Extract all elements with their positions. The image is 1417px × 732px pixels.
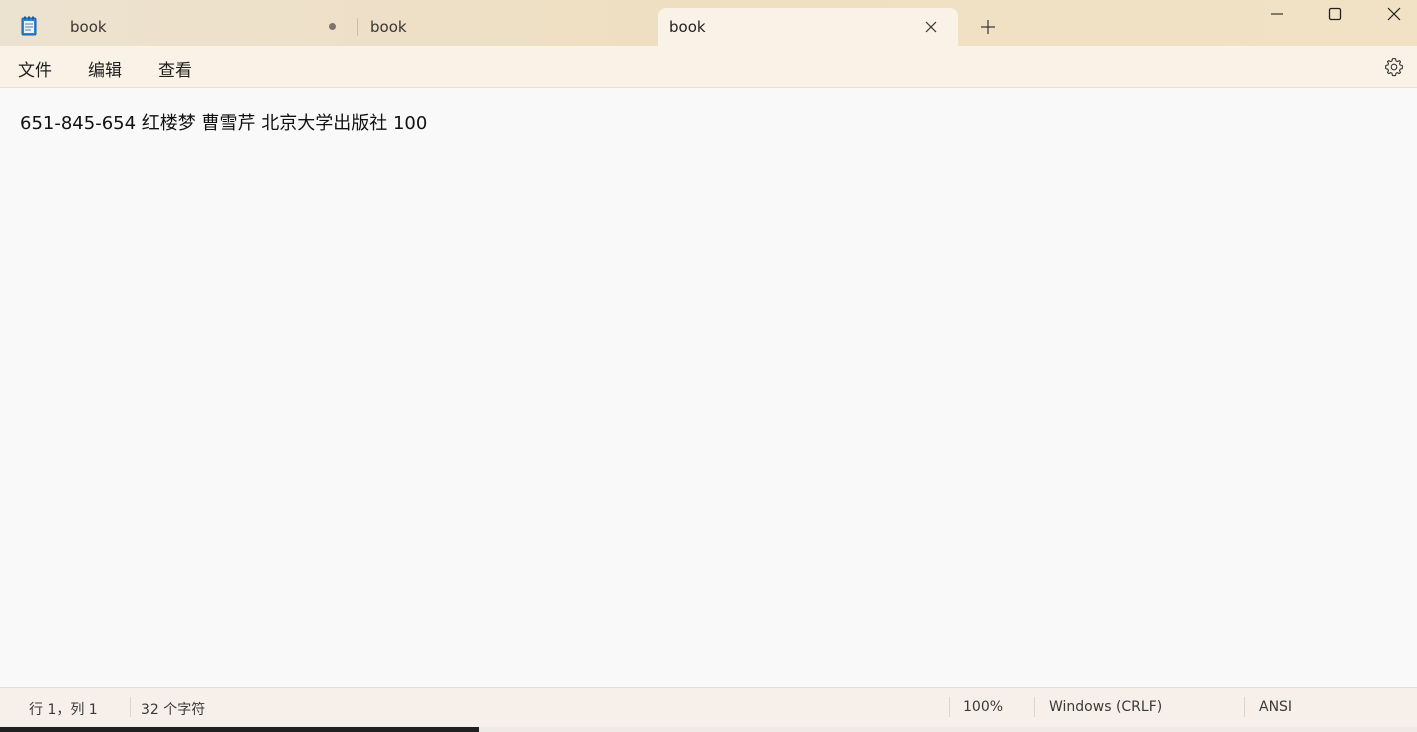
title-bar: book book book [0, 0, 1417, 46]
background-strip [0, 727, 1417, 732]
editor-content[interactable]: 651-845-654 红楼梦 曹雪芹 北京大学出版社 100 [20, 109, 427, 135]
unsaved-dot-icon [329, 23, 336, 30]
tab-label: book [669, 18, 706, 36]
menu-edit[interactable]: 编辑 [88, 56, 122, 81]
close-icon[interactable] [924, 20, 938, 34]
zoom-level[interactable]: 100% [963, 699, 1003, 715]
plus-icon[interactable] [980, 19, 996, 35]
line-ending[interactable]: Windows (CRLF) [1049, 699, 1162, 715]
status-separator [1244, 697, 1245, 717]
menu-bar: 文件 编辑 查看 [0, 46, 1417, 88]
status-separator [949, 697, 950, 717]
status-bar: 行 1，列 1 32 个字符 100% Windows (CRLF) ANSI [0, 687, 1417, 727]
notepad-window: book book book 文件 编辑 查看 651-845-654 红楼梦 … [0, 0, 1417, 727]
background-window-edge [479, 727, 1417, 732]
tab-label: book [370, 18, 407, 36]
menu-file[interactable]: 文件 [18, 56, 52, 81]
tab-book-1[interactable]: book [58, 8, 356, 46]
notepad-icon [21, 16, 37, 36]
tab-book-3-active[interactable]: book [658, 8, 958, 46]
gear-icon[interactable] [1384, 57, 1404, 77]
cursor-position: 行 1，列 1 [29, 702, 98, 718]
status-separator [1034, 697, 1035, 717]
maximize-icon[interactable] [1327, 6, 1343, 22]
character-count: 32 个字符 [141, 702, 206, 718]
encoding[interactable]: ANSI [1259, 699, 1292, 715]
text-editor[interactable]: 651-845-654 红楼梦 曹雪芹 北京大学出版社 100 [0, 88, 1417, 687]
close-icon[interactable] [1386, 6, 1402, 22]
tab-label: book [70, 18, 107, 36]
status-separator [130, 697, 131, 717]
minimize-icon[interactable] [1269, 6, 1285, 22]
menu-view[interactable]: 查看 [158, 56, 192, 81]
tab-book-2[interactable]: book [358, 8, 656, 46]
